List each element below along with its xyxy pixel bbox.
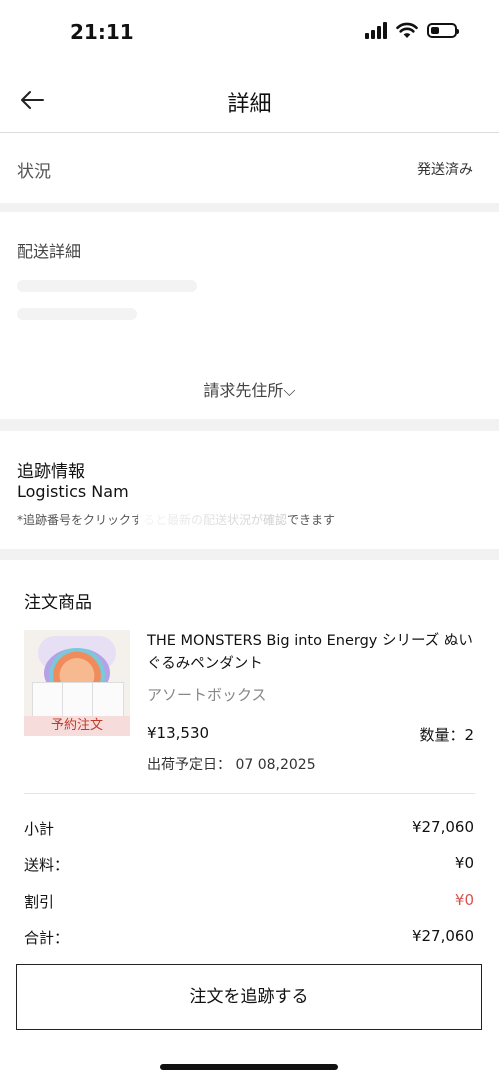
- order-items-title: 注文商品: [24, 593, 92, 613]
- page-title: 詳細: [227, 92, 272, 117]
- summary-label: 合計：: [24, 929, 70, 947]
- cellular-signal-icon: [365, 22, 387, 39]
- blurred-address-line: [17, 308, 137, 320]
- product-price: ¥13,530: [147, 724, 210, 742]
- blurred-address-line: [17, 280, 197, 292]
- product-variant: アソートボックス: [147, 686, 267, 704]
- ship-date: 出荷予定日： 07 08,2025: [147, 757, 316, 773]
- order-items-card: 注文商品 予約注文 THE MONSTERS Big into Energy シ…: [0, 560, 499, 1080]
- product-name[interactable]: THE MONSTERS Big into Energy シリーズ ぬいぐるみペ…: [147, 630, 477, 676]
- nav-bar: 詳細: [0, 66, 499, 133]
- tracking-title: 追跡情報: [17, 462, 85, 482]
- summary-value: ¥27,060: [411, 927, 474, 945]
- status-value: 発送済み: [417, 162, 473, 178]
- home-indicator: [160, 1064, 338, 1070]
- track-order-button[interactable]: 注文を追跡する: [16, 964, 482, 1030]
- summary-value: ¥0: [454, 891, 474, 909]
- summary-label: 小計: [24, 820, 55, 838]
- wifi-icon: [396, 22, 418, 38]
- status-label: 状況: [17, 162, 51, 182]
- tracking-blur-overlay: [138, 477, 288, 535]
- summary-row-subtotal: 小計 ¥27,060: [24, 818, 474, 840]
- summary-label: 送料：: [24, 856, 70, 874]
- status-time: 21:11: [70, 20, 134, 44]
- order-status-card: 状況 発送済み: [0, 133, 499, 203]
- product-quantity: 数量：2: [419, 726, 474, 744]
- summary-label: 割引: [24, 893, 55, 911]
- divider: [24, 793, 475, 794]
- status-bar: 21:11: [0, 0, 499, 66]
- summary-value: ¥27,060: [411, 818, 474, 836]
- delivery-title: 配送詳細: [17, 242, 82, 261]
- summary-row-total: 合計： ¥27,060: [24, 927, 474, 949]
- billing-address-toggle[interactable]: 請求先住所⌵: [0, 377, 499, 401]
- logistics-name[interactable]: Logistics Nam: [17, 482, 129, 501]
- preorder-badge: 予約注文: [24, 716, 130, 736]
- product-thumbnail[interactable]: 予約注文: [24, 630, 130, 736]
- delivery-details-card: 配送詳細 請求先住所⌵: [0, 212, 499, 419]
- summary-row-shipping: 送料： ¥0: [24, 854, 474, 876]
- summary-row-discount: 割引 ¥0: [24, 891, 474, 913]
- battery-icon: [427, 23, 459, 38]
- summary-value: ¥0: [454, 854, 474, 872]
- tracking-card: 追跡情報 Logistics Nam *追跡番号をクリックすると最新の配送状況が…: [0, 431, 499, 549]
- status-icons: [365, 22, 459, 39]
